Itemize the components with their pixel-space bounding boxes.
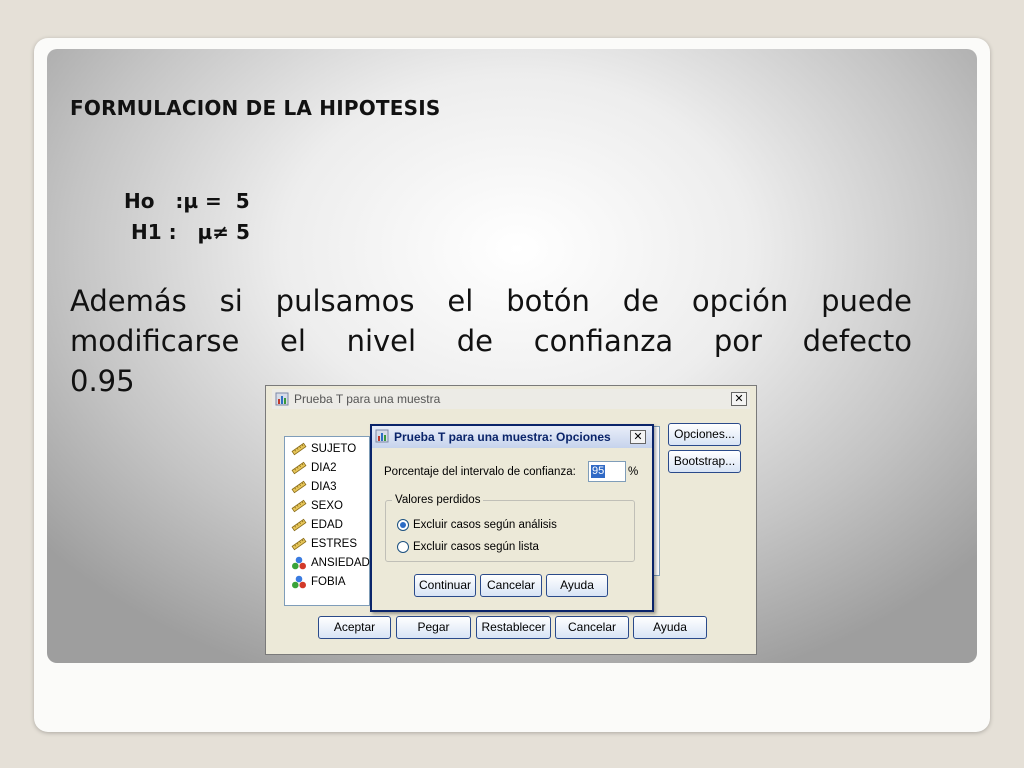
nominal-balls-icon bbox=[292, 575, 306, 589]
variable-name: DIA2 bbox=[311, 462, 337, 474]
options-dialog-title: Prueba T para una muestra: Opciones bbox=[394, 430, 611, 444]
confidence-interval-label: Porcentaje del intervalo de confianza: bbox=[384, 466, 576, 478]
variable-name: ANSIEDAD bbox=[311, 557, 370, 569]
ruler-icon bbox=[291, 499, 307, 513]
ruler-icon bbox=[291, 480, 307, 494]
spss-app-icon bbox=[275, 392, 289, 406]
null-hypothesis: Ho :µ = 5 bbox=[124, 189, 250, 213]
help-button[interactable]: Ayuda bbox=[633, 616, 707, 639]
exclude-by-analysis-radio[interactable] bbox=[397, 519, 409, 531]
variable-name: DIA3 bbox=[311, 481, 337, 493]
paragraph-line: Además si pulsamos el botón de opción pu… bbox=[70, 284, 912, 318]
paste-button[interactable]: Pegar bbox=[396, 616, 471, 639]
cancel-button[interactable]: Cancelar bbox=[555, 616, 629, 639]
cancel-button[interactable]: Cancelar bbox=[480, 574, 542, 597]
variable-name: FOBIA bbox=[311, 576, 346, 588]
close-button[interactable]: ✕ bbox=[630, 430, 646, 444]
alternative-hypothesis: H1 : µ≠ 5 bbox=[131, 220, 250, 244]
exclude-listwise-label[interactable]: Excluir casos según lista bbox=[413, 541, 539, 553]
paragraph-line: modificarse el nivel de confianza por de… bbox=[70, 324, 912, 358]
options-button[interactable]: Opciones... bbox=[668, 423, 741, 446]
test-variables-list-edge[interactable] bbox=[654, 426, 660, 576]
missing-values-group-label: Valores perdidos bbox=[392, 494, 484, 506]
accept-button[interactable]: Aceptar bbox=[318, 616, 391, 639]
close-button[interactable]: ✕ bbox=[731, 392, 747, 406]
dialog-title-bar[interactable]: Prueba T para una muestra ✕ bbox=[272, 389, 750, 409]
ruler-icon bbox=[291, 461, 307, 475]
options-dialog[interactable]: Prueba T para una muestra: Opciones ✕ Po… bbox=[370, 424, 654, 612]
ruler-icon bbox=[291, 518, 307, 532]
slide-paragraph: Además si pulsamos el botón de opción pu… bbox=[70, 281, 912, 401]
slide-title: FORMULACION DE LA HIPOTESIS bbox=[70, 96, 441, 120]
exclude-listwise-radio[interactable] bbox=[397, 541, 409, 553]
confidence-interval-value: 95 bbox=[591, 465, 606, 478]
continue-button[interactable]: Continuar bbox=[414, 574, 476, 597]
variable-name: EDAD bbox=[311, 519, 343, 531]
spss-app-icon bbox=[375, 429, 389, 443]
nominal-balls-icon bbox=[292, 556, 306, 570]
dialog-title: Prueba T para una muestra bbox=[294, 392, 441, 406]
variable-name: SEXO bbox=[311, 500, 343, 512]
variable-name: SUJETO bbox=[311, 443, 357, 455]
ruler-icon bbox=[291, 442, 307, 456]
confidence-interval-input[interactable]: 95 bbox=[588, 461, 626, 482]
variable-name: ESTRES bbox=[311, 538, 358, 550]
reset-button[interactable]: Restablecer bbox=[476, 616, 551, 639]
help-button[interactable]: Ayuda bbox=[546, 574, 608, 597]
variable-list[interactable]: SUJETO DIA2 DIA3 SEXO EDAD ESTRES ANSIED… bbox=[284, 436, 370, 606]
bootstrap-button[interactable]: Bootstrap... bbox=[668, 450, 741, 473]
exclude-by-analysis-label[interactable]: Excluir casos según análisis bbox=[413, 519, 557, 531]
options-dialog-title-bar[interactable]: Prueba T para una muestra: Opciones ✕ bbox=[372, 426, 652, 448]
percent-sign: % bbox=[628, 466, 639, 478]
ruler-icon bbox=[291, 537, 307, 551]
